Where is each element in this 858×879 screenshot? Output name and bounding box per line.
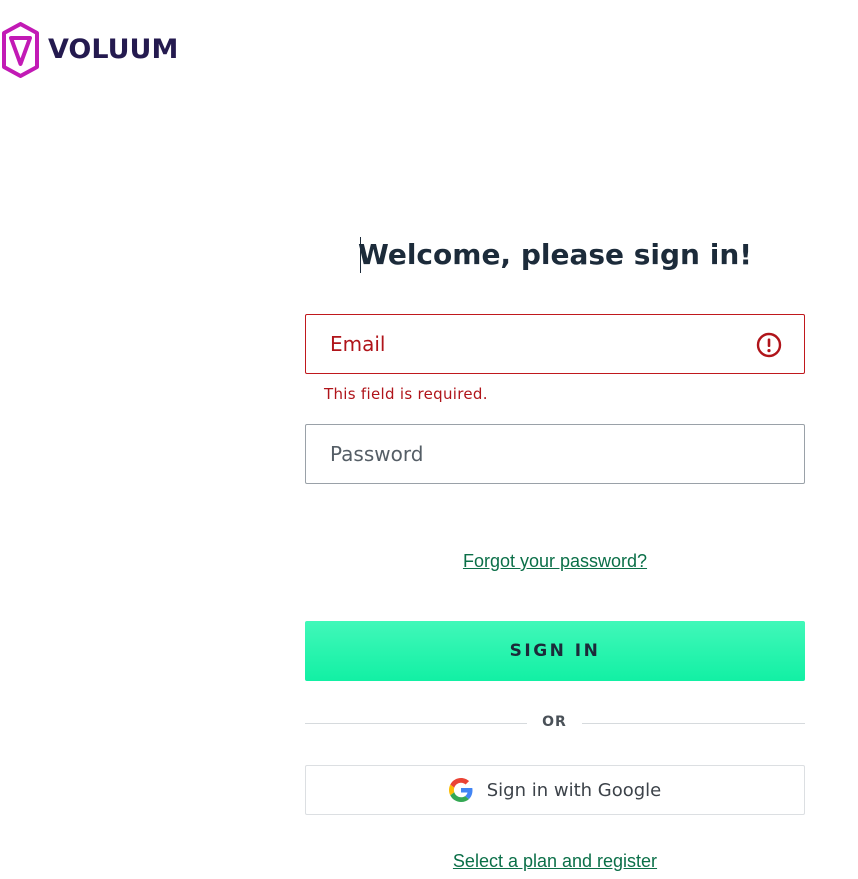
google-button-label: Sign in with Google: [486, 779, 662, 801]
forgot-password-link[interactable]: Forgot your password?: [305, 551, 805, 572]
brand-name: VOLUUM: [48, 34, 179, 65]
email-field[interactable]: [306, 315, 804, 373]
email-field-container: [305, 314, 805, 374]
register-link[interactable]: Select a plan and register: [305, 851, 805, 872]
divider-or: OR: [542, 714, 567, 730]
divider-line-right: [582, 723, 805, 724]
sign-in-button[interactable]: SIGN IN: [305, 621, 805, 681]
password-field[interactable]: [306, 425, 804, 483]
divider-line-left: [305, 723, 527, 724]
google-sign-in-button[interactable]: Sign in with Google: [305, 765, 805, 815]
exclamation-circle-icon: [756, 332, 782, 358]
password-field-container: [305, 424, 805, 484]
email-error-message: This field is required.: [324, 385, 488, 403]
page-title: Welcome, please sign in!: [357, 238, 753, 271]
brand-logo[interactable]: VOLUUM: [2, 22, 178, 78]
voluum-logo-icon: [2, 22, 39, 78]
google-icon: [448, 778, 473, 802]
